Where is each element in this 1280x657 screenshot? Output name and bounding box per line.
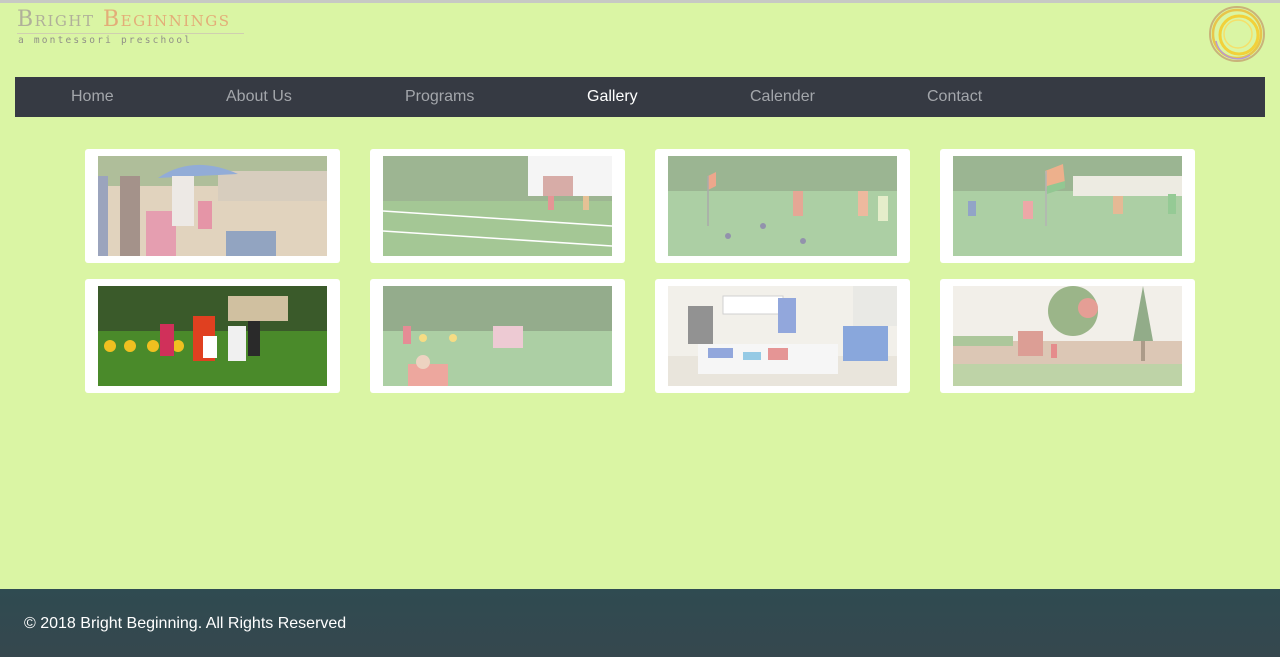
photo-image xyxy=(98,156,327,256)
site-logo[interactable]: Bright Beginnings a montessori preschool xyxy=(17,7,247,47)
nav-gallery[interactable]: Gallery xyxy=(587,77,638,117)
nav-calender[interactable]: Calender xyxy=(750,77,815,117)
nav-contact[interactable]: Contact xyxy=(927,77,982,117)
gallery-photo-6[interactable] xyxy=(370,279,625,393)
photo-image xyxy=(668,286,897,386)
gallery-photo-1[interactable] xyxy=(85,149,340,263)
logo-title: Bright Beginnings xyxy=(17,7,247,33)
photo-image xyxy=(383,156,612,256)
nav-programs[interactable]: Programs xyxy=(405,77,474,117)
photo-image xyxy=(98,286,327,386)
nav-about-us[interactable]: About Us xyxy=(226,77,292,117)
gallery-photo-5[interactable] xyxy=(85,279,340,393)
copyright-text: © 2018 Bright Beginning. All Rights Rese… xyxy=(24,615,347,632)
photo-image xyxy=(383,286,612,386)
logo-word-bright: Bright xyxy=(17,7,95,32)
site-footer: © 2018 Bright Beginning. All Rights Rese… xyxy=(0,589,1280,657)
logo-tagline: a montessori preschool xyxy=(17,33,244,47)
photo-image xyxy=(953,286,1182,386)
logo-word-beginnings: Beginnings xyxy=(102,7,231,32)
sun-emblem-icon xyxy=(1209,6,1265,62)
gallery-photo-7[interactable] xyxy=(655,279,910,393)
gallery-photo-8[interactable] xyxy=(940,279,1195,393)
main-navigation: Home About Us Programs Gallery Calender … xyxy=(15,77,1265,117)
photo-image xyxy=(668,156,897,256)
gallery-photo-2[interactable] xyxy=(370,149,625,263)
nav-home[interactable]: Home xyxy=(71,77,114,117)
gallery-photo-3[interactable] xyxy=(655,149,910,263)
gallery-photo-4[interactable] xyxy=(940,149,1195,263)
photo-image xyxy=(953,156,1182,256)
